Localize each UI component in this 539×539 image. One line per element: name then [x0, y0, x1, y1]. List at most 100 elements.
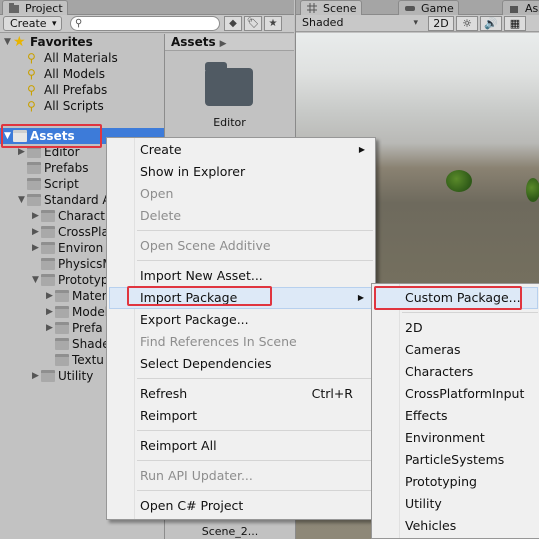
menu-item-select-dependencies[interactable]: Select Dependencies [109, 353, 373, 375]
submenu-item-2d[interactable]: 2D [374, 317, 538, 339]
favorite-item-label: All Materials [44, 51, 118, 65]
submenu-item-characters[interactable]: Characters [374, 361, 538, 383]
submenu-item-environment[interactable]: Environment [374, 427, 538, 449]
filter-by-label-icon[interactable]: 🏷 [244, 16, 262, 31]
tree-item-label: Textu [72, 353, 104, 367]
submenu-item-label: Effects [405, 408, 448, 423]
menu-item-show-in-explorer[interactable]: Show in Explorer [109, 161, 373, 183]
star-icon: ★ [13, 34, 26, 50]
gamepad-icon [405, 6, 415, 11]
audio-toggle-icon[interactable]: 🔊 [480, 16, 502, 31]
menu-item-reimport-all[interactable]: Reimport All [109, 435, 373, 457]
menu-item-label: Create [140, 142, 182, 157]
submenu-item-vehicles[interactable]: Vehicles [374, 515, 538, 537]
folder-icon [55, 338, 69, 350]
favorite-item[interactable]: ⚲ All Prefabs [0, 82, 164, 98]
folder-icon [41, 210, 55, 222]
favorite-item[interactable]: ⚲ All Materials [0, 50, 164, 66]
submenu-item-prototyping[interactable]: Prototyping [374, 471, 538, 493]
folder-icon [55, 306, 69, 318]
favorites-row[interactable]: ▼ ★ Favorites [0, 34, 164, 50]
menu-item-label: Open C# Project [140, 498, 244, 513]
submenu-item-label: Environment [405, 430, 485, 445]
submenu-item-particlesystems[interactable]: ParticleSystems [374, 449, 538, 471]
menu-separator [402, 312, 538, 313]
highlight-box-import-package [127, 286, 272, 306]
import-package-submenu: Custom Package... 2D Cameras Characters … [371, 283, 539, 539]
menu-item-import-new-asset[interactable]: Import New Asset... [109, 265, 373, 287]
filter-by-type-icon[interactable]: ◆ [224, 16, 242, 31]
menu-item-label: Import New Asset... [140, 268, 263, 283]
folder-icon [27, 178, 41, 190]
folder-icon [55, 322, 69, 334]
search-input[interactable]: ⚲ [70, 16, 220, 31]
menu-item-label: Open [140, 186, 174, 201]
bag-icon [510, 6, 518, 13]
tree-item-label: Prefa [72, 321, 103, 335]
tree-item-label: Charact [58, 209, 105, 223]
submenu-item-label: Prototyping [405, 474, 477, 489]
submenu-item-crossplatforminput[interactable]: CrossPlatformInput [374, 383, 538, 405]
submenu-item-effects[interactable]: Effects [374, 405, 538, 427]
menu-separator [137, 260, 373, 261]
tree-item-label: Standard A [44, 193, 111, 207]
project-tabbar: Project [0, 0, 294, 15]
tree-item-label: Prototyp [58, 273, 109, 287]
folder-icon [41, 226, 55, 238]
menu-item-find-references: Find References In Scene [109, 331, 373, 353]
breadcrumb-assets[interactable]: Assets [171, 35, 216, 49]
tree-item-label: Shade [72, 337, 110, 351]
folder-icon [41, 258, 55, 270]
folder-icon [27, 194, 41, 206]
highlight-box-custom-package [374, 286, 522, 310]
menu-separator [137, 430, 373, 431]
search-icon: ⚲ [75, 18, 83, 29]
favorites-label: Favorites [30, 35, 93, 49]
tab-game[interactable]: Game [398, 0, 459, 15]
tree-item-label: Utility [58, 369, 94, 383]
grid-folder-label: Editor [213, 116, 246, 129]
effects-toggle-icon[interactable]: ▦ [504, 16, 526, 31]
favorite-item[interactable]: ⚲ All Models [0, 66, 164, 82]
folder-icon [55, 354, 69, 366]
menu-item-open: Open [109, 183, 373, 205]
highlight-box-assets [1, 124, 102, 148]
tree-item-label: Environ [58, 241, 104, 255]
tab-scene[interactable]: Scene [300, 0, 362, 15]
tab-asset-store[interactable]: Ass [502, 0, 539, 15]
favorite-star-icon[interactable]: ★ [264, 16, 282, 31]
breadcrumb: Assets ▶ [165, 34, 294, 51]
menu-item-reimport[interactable]: Reimport [109, 405, 373, 427]
folder-icon [55, 290, 69, 302]
submenu-item-cameras[interactable]: Cameras [374, 339, 538, 361]
tab-scene-label: Scene [323, 2, 357, 15]
folder-icon [41, 242, 55, 254]
project-icon [9, 3, 19, 13]
chevron-right-icon: ▶ [219, 39, 227, 49]
folder-icon [41, 274, 55, 286]
scene-toolbar: Shaded 2D ☼ 🔊 ▦ [296, 15, 539, 32]
search-icon: ⚲ [27, 67, 36, 81]
create-button[interactable]: Create [3, 16, 62, 31]
menu-item-create[interactable]: Create ▶ [109, 139, 373, 161]
menu-item-refresh[interactable]: Refresh Ctrl+R [109, 383, 373, 405]
submenu-item-label: Characters [405, 364, 474, 379]
folder-icon [41, 370, 55, 382]
menu-item-delete: Delete [109, 205, 373, 227]
grid-icon [307, 3, 317, 13]
2d-toggle[interactable]: 2D [428, 16, 454, 31]
tree-item-label: Script [44, 177, 79, 191]
menu-item-open-csharp-project[interactable]: Open C# Project [109, 495, 373, 517]
folder-icon[interactable] [205, 62, 253, 106]
tab-project-label: Project [25, 2, 63, 15]
favorite-item[interactable]: ⚲ All Scripts [0, 98, 164, 114]
submenu-item-utility[interactable]: Utility [374, 493, 538, 515]
lighting-toggle-icon[interactable]: ☼ [456, 16, 478, 31]
menu-item-label: Delete [140, 208, 182, 223]
submenu-arrow-icon: ▶ [358, 145, 365, 154]
menu-separator [137, 460, 373, 461]
menu-item-export-package[interactable]: Export Package... [109, 309, 373, 331]
shading-mode-dropdown[interactable]: Shaded [302, 16, 418, 30]
favorite-item-label: All Scripts [44, 99, 104, 113]
tab-project[interactable]: Project [2, 0, 68, 15]
